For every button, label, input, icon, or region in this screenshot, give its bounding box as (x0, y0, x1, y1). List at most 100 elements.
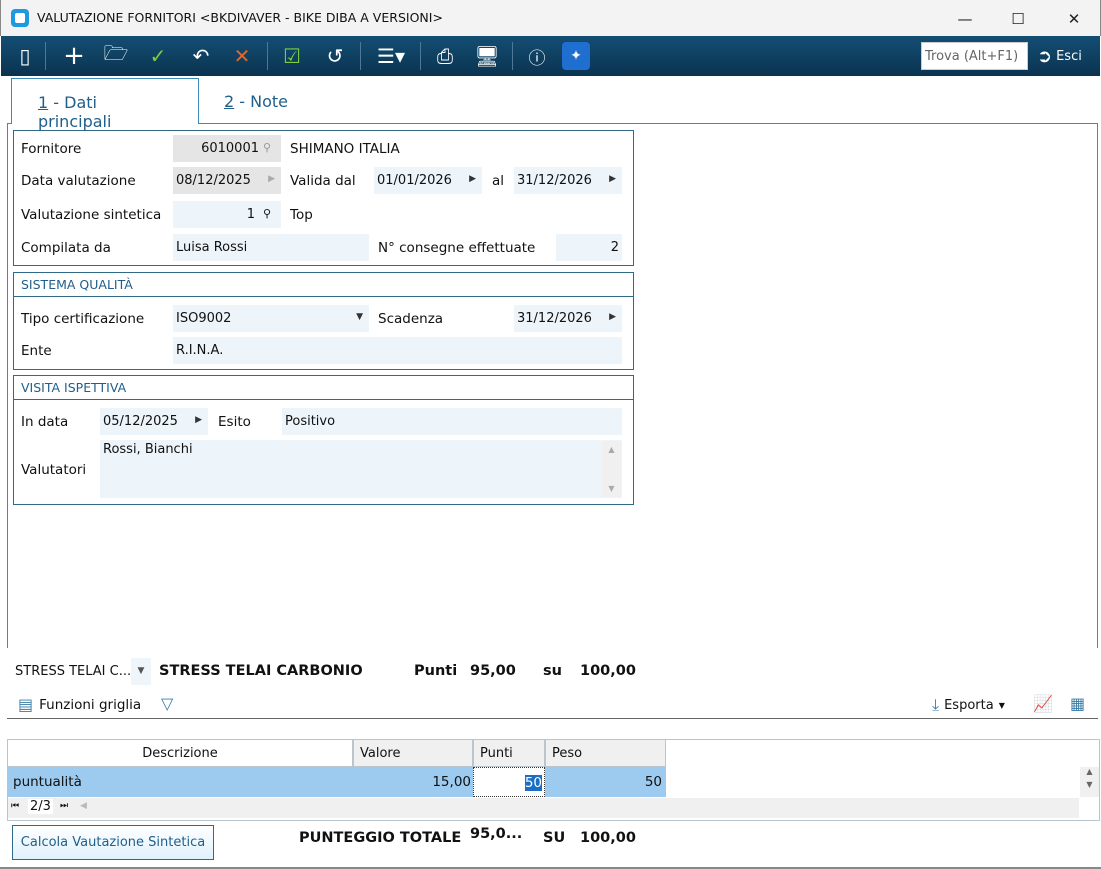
scadenza-field[interactable]: 31/12/2026 ▶ (514, 305, 622, 332)
date-value: 31/12/2026 (517, 173, 592, 188)
open-folder-icon[interactable]: 🗁 (99, 40, 133, 72)
totale-label: PUNTEGGIO TOTALE (299, 830, 462, 846)
column-header-punti[interactable]: Punti (473, 739, 545, 767)
date-value: 05/12/2025 (103, 414, 178, 429)
tab-dati-principali[interactable]: 1 - Dati principali (11, 78, 199, 131)
cell-punti-editing[interactable]: 50 (473, 767, 545, 797)
ente-label: Ente (21, 343, 52, 359)
textarea-scrollbar[interactable]: ▲ ▼ (602, 441, 621, 497)
valida-al-field[interactable]: 31/12/2026 ▶ (514, 167, 622, 194)
esito-label: Esito (218, 414, 251, 430)
scroll-left-icon[interactable]: ◀ (80, 801, 87, 811)
new-icon[interactable]: + (57, 40, 91, 72)
separator (420, 42, 421, 70)
close-button[interactable]: ✕ (1051, 6, 1097, 32)
menu-icon[interactable]: ☰▾ (371, 40, 411, 72)
tipo-cert-select[interactable]: ISO9002 ▼ (173, 305, 369, 332)
separator (45, 42, 46, 70)
undo-list-icon[interactable]: ↺ (318, 40, 352, 72)
window-title: VALUTAZIONE FORNITORI <BKDIVAVER - BIKE … (37, 10, 443, 25)
punti-label: Punti (414, 663, 458, 679)
tab-note[interactable]: 2 - Note (198, 78, 314, 124)
punti-value: 95,00 (470, 663, 516, 679)
cell-punti-value: 50 (524, 775, 542, 791)
first-page-icon[interactable]: ⏮ (11, 801, 19, 811)
export-button[interactable]: ⤓ Esporta ▼ (932, 695, 1005, 715)
su-label: su (543, 663, 562, 679)
print-icon[interactable]: ⎙ (428, 40, 462, 72)
delete-icon[interactable]: ✕ (225, 40, 259, 72)
exit-label: Esci (1056, 48, 1082, 64)
exit-icon: ➲ (1037, 45, 1053, 67)
valutatori-label: Valutatori (21, 462, 87, 478)
caret-right-icon: ▶ (195, 415, 202, 425)
consegne-label: N° consegne effettuate (378, 240, 536, 256)
save-check-icon[interactable]: ✓ (141, 40, 175, 72)
data-valutazione-field[interactable]: 08/12/2025 ▶ (173, 167, 281, 194)
tab-label: - Note (234, 92, 289, 111)
last-page-icon[interactable]: ⏭ (60, 801, 68, 811)
esito-field[interactable]: Positivo (282, 408, 622, 435)
valida-dal-field[interactable]: 01/01/2026 ▶ (374, 167, 482, 194)
calcola-button[interactable]: Calcola Vautazione Sintetica (12, 825, 214, 860)
chart-icon[interactable]: 📈 (1033, 694, 1053, 713)
date-value: 08/12/2025 (176, 173, 251, 188)
list-icon: ▤ (18, 695, 34, 714)
filter-icon[interactable]: ▽ (161, 694, 173, 713)
separator (360, 42, 361, 70)
totale-su-value: 100,00 (580, 830, 636, 846)
totale-value: 95,0... (470, 826, 523, 842)
help-icon[interactable]: ⓘ (520, 40, 554, 72)
scadenza-label: Scadenza (378, 311, 444, 327)
in-data-label: In data (21, 414, 69, 430)
lookup-icon[interactable]: ⚲ (263, 207, 271, 220)
cell-peso[interactable]: 50 (545, 767, 666, 797)
al-label: al (492, 173, 505, 189)
caret-right-icon: ▶ (609, 312, 616, 322)
app-icon (11, 9, 29, 27)
monitor-icon[interactable]: 🖥 (470, 40, 504, 72)
column-header-descrizione[interactable]: Descrizione (7, 739, 353, 767)
grid-layout-icon[interactable]: ▦ (1070, 694, 1085, 713)
sintetica-desc: Top (290, 207, 313, 223)
column-header-peso[interactable]: Peso (545, 739, 666, 767)
minimize-button[interactable]: — (942, 6, 988, 32)
fornitore-label: Fornitore (21, 141, 82, 157)
column-header-valore[interactable]: Valore (353, 739, 473, 767)
consegne-field[interactable]: 2 (556, 234, 622, 261)
undo-icon[interactable]: ↶ (184, 40, 218, 72)
ente-field[interactable]: R.I.N.A. (173, 337, 622, 364)
grid-functions-button[interactable]: ▤ Funzioni griglia (18, 695, 141, 714)
cell-valore[interactable]: 15,00 (353, 767, 473, 797)
chevron-down-icon[interactable]: ▼ (131, 658, 151, 685)
exit-button[interactable]: ➲ Esci (1037, 42, 1082, 70)
tab-key: 1 (38, 93, 49, 112)
separator (512, 42, 513, 70)
panel-toggle-icon[interactable]: ▯ (8, 40, 42, 72)
grid-functions-label: Funzioni griglia (39, 696, 142, 713)
toolbar: ▯ + 🗁 ✓ ↶ ✕ ☑ ↺ ☰▾ ⎙ 🖥 ⓘ ✦ Trova (Alt+F1… (1, 36, 1100, 76)
visita-header: VISITA ISPETTIVA (14, 376, 633, 400)
valutatori-textarea[interactable]: Rossi, Bianchi (100, 440, 622, 498)
su-value: 100,00 (580, 663, 636, 679)
tab-key: 2 (224, 92, 235, 111)
export-label: Esporta (944, 697, 994, 713)
cell-descrizione[interactable]: puntualità (8, 767, 353, 797)
compilata-field[interactable]: Luisa Rossi (173, 234, 369, 261)
data-valutazione-label: Data valutazione (21, 173, 136, 189)
caret-right-icon: ▶ (469, 174, 476, 184)
in-data-field[interactable]: 05/12/2025 ▶ (100, 408, 208, 435)
criterio-select[interactable]: STRESS TELAI C... (15, 664, 131, 679)
tab-label: - Dati principali (38, 93, 112, 131)
compilata-label: Compilata da (21, 240, 111, 256)
grid-vscrollbar[interactable]: ▲ ▼ (1080, 767, 1099, 797)
search-input[interactable]: Trova (Alt+F1) (921, 42, 1028, 70)
valida-dal-label: Valida dal (290, 173, 356, 189)
lookup-icon[interactable]: ⚲ (263, 141, 271, 154)
caret-right-icon: ▶ (268, 174, 275, 184)
confirm-list-icon[interactable]: ☑ (275, 40, 309, 72)
chevron-down-icon: ▼ (998, 700, 1005, 710)
criterio-name: STRESS TELAI CARBONIO (159, 663, 363, 679)
maximize-button[interactable]: ☐ (995, 6, 1041, 32)
ai-sparkle-icon[interactable]: ✦ (562, 42, 590, 70)
